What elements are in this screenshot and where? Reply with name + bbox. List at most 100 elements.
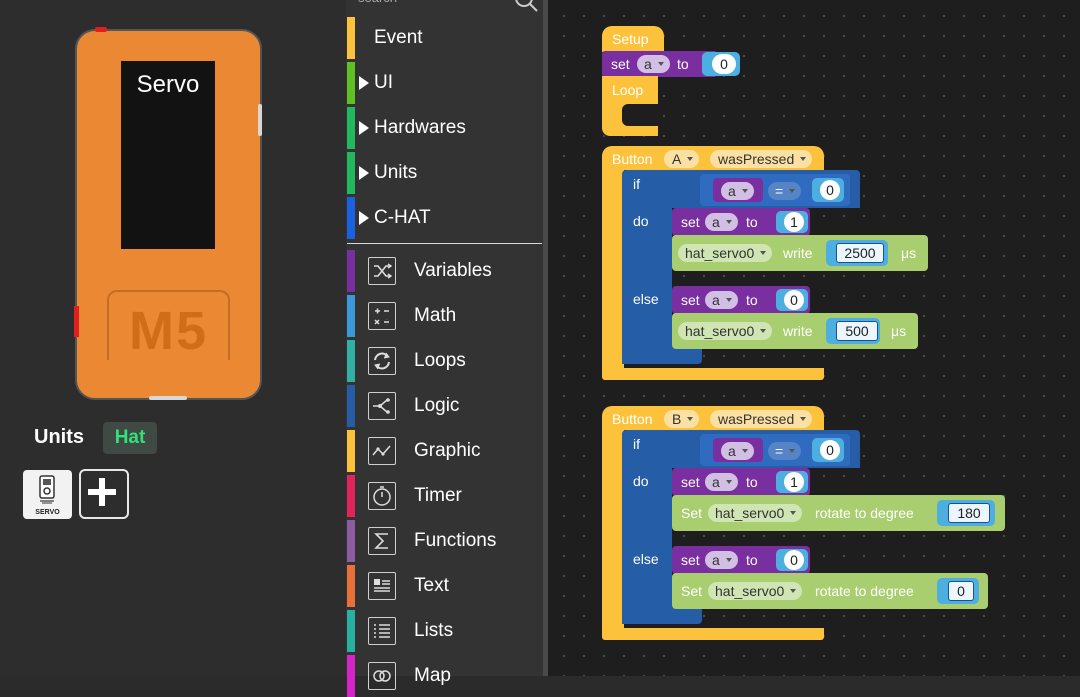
- servo-name: hat_servo0: [715, 505, 785, 521]
- servo-name: hat_servo0: [685, 245, 755, 261]
- chevron-down-icon: [687, 417, 694, 421]
- search-icon[interactable]: [514, 0, 538, 12]
- toolbox-category-variables[interactable]: Variables: [347, 250, 543, 292]
- button-b-event-foot: [602, 628, 824, 640]
- stopwatch-icon: [368, 482, 396, 510]
- number-field[interactable]: 0: [784, 290, 804, 310]
- toolbox-category-event[interactable]: Event: [347, 17, 543, 59]
- toolbox-category-timer[interactable]: Timer: [347, 475, 543, 517]
- category-label: Math: [414, 305, 457, 326]
- button-keyword: Button: [612, 151, 653, 167]
- number-field[interactable]: 1: [784, 212, 804, 232]
- toolbox-category-math[interactable]: Math: [347, 295, 543, 337]
- toolbox-category-hardwares[interactable]: Hardwares: [347, 107, 543, 149]
- variable-dropdown[interactable]: a: [705, 551, 738, 569]
- variable-dropdown[interactable]: a: [721, 182, 754, 200]
- toolbox-category-logic[interactable]: Logic: [347, 385, 543, 427]
- number-field[interactable]: 0: [784, 550, 804, 570]
- button-b-event-body: [602, 428, 624, 632]
- number-field[interactable]: 0: [712, 54, 736, 74]
- event-name: wasPressed: [718, 151, 795, 167]
- servo-dropdown[interactable]: hat_servo0: [678, 244, 773, 262]
- toolbox-divider: [347, 243, 542, 244]
- button-name: A: [672, 151, 682, 167]
- category-color-bar: [347, 475, 355, 517]
- operator-dropdown[interactable]: =: [768, 182, 802, 200]
- loop-slot: [622, 104, 662, 126]
- variable-dropdown[interactable]: a: [705, 473, 738, 491]
- category-color-bar: [347, 655, 355, 697]
- toolbox-category-text[interactable]: Text: [347, 565, 543, 607]
- variable-name: a: [712, 552, 720, 568]
- servo-set-keyword: Set: [681, 505, 703, 521]
- chevron-down-icon: [741, 189, 748, 193]
- else-keyword: else: [633, 551, 659, 567]
- set-keyword: set: [681, 474, 700, 490]
- loop-title: Loop: [612, 82, 644, 98]
- category-color-bar: [347, 520, 355, 562]
- servo-name: hat_servo0: [685, 323, 755, 339]
- variable-dropdown[interactable]: a: [721, 442, 754, 460]
- category-color-bar: [347, 340, 355, 382]
- to-keyword: to: [746, 292, 758, 308]
- do-keyword: do: [633, 473, 649, 489]
- category-label: Units: [374, 162, 418, 183]
- button-dropdown[interactable]: B: [664, 410, 700, 428]
- unit-label: μs: [891, 323, 907, 339]
- if-keyword: if: [633, 176, 640, 192]
- number-field[interactable]: 500: [836, 321, 878, 341]
- operator-dropdown[interactable]: =: [768, 442, 802, 460]
- number-field[interactable]: 0: [820, 180, 840, 200]
- expand-arrow-icon: [359, 211, 369, 225]
- servo-dropdown[interactable]: hat_servo0: [708, 504, 803, 522]
- number-field[interactable]: 180: [948, 503, 990, 523]
- toolbox-category-map[interactable]: Map: [347, 655, 543, 697]
- expand-arrow-icon: [359, 121, 369, 135]
- to-keyword: to: [746, 552, 758, 568]
- toolbox-category-ui[interactable]: UI: [347, 62, 543, 104]
- number-field[interactable]: 0: [820, 440, 840, 460]
- hat-badge[interactable]: Hat: [103, 422, 157, 454]
- servo-dropdown[interactable]: hat_servo0: [708, 582, 803, 600]
- category-color-bar: [347, 430, 355, 472]
- event-dropdown[interactable]: wasPressed: [710, 150, 813, 168]
- rotate-keyword: rotate to degree: [815, 583, 914, 599]
- toolbox-category-graphic[interactable]: Graphic: [347, 430, 543, 472]
- add-unit-button[interactable]: [79, 469, 129, 519]
- category-label: Graphic: [414, 440, 481, 461]
- if-keyword: if: [633, 436, 640, 452]
- toolbox-category-lists[interactable]: Lists: [347, 610, 543, 652]
- category-color-bar: [347, 610, 355, 652]
- device-screen-title: Servo: [136, 71, 200, 98]
- toolbox-category-loops[interactable]: Loops: [347, 340, 543, 382]
- chevron-down-icon: [760, 251, 767, 255]
- chevron-down-icon: [789, 449, 796, 453]
- refresh-icon: [368, 347, 396, 375]
- event-dropdown[interactable]: wasPressed: [710, 410, 813, 428]
- number-field[interactable]: 0: [948, 581, 974, 601]
- toolbox-category-c-hat[interactable]: C-HAT: [347, 197, 543, 239]
- set-keyword: set: [681, 214, 700, 230]
- rotate-keyword: rotate to degree: [815, 505, 914, 521]
- variable-dropdown[interactable]: a: [705, 213, 738, 231]
- servo-unit-tile[interactable]: SERVO: [23, 470, 72, 519]
- search-input[interactable]: search: [358, 0, 397, 5]
- button-dropdown[interactable]: A: [664, 150, 700, 168]
- servo-dropdown[interactable]: hat_servo0: [678, 322, 773, 340]
- number-field[interactable]: 1: [784, 472, 804, 492]
- variable-name: a: [712, 214, 720, 230]
- category-label: Lists: [414, 620, 454, 641]
- fork-icon: [368, 392, 396, 420]
- category-label: Map: [414, 665, 451, 686]
- servo-set-keyword: Set: [681, 583, 703, 599]
- servo-name: hat_servo0: [715, 583, 785, 599]
- category-label: C-HAT: [374, 207, 431, 228]
- category-label: UI: [374, 72, 393, 93]
- variable-dropdown[interactable]: a: [705, 291, 738, 309]
- variable-dropdown[interactable]: a: [637, 55, 670, 73]
- toolbox-category-functions[interactable]: Functions: [347, 520, 543, 562]
- text-doc-icon: [368, 572, 396, 600]
- number-field[interactable]: 2500: [836, 243, 884, 263]
- device-bottom-button: [149, 396, 187, 400]
- toolbox-category-units[interactable]: Units: [347, 152, 543, 194]
